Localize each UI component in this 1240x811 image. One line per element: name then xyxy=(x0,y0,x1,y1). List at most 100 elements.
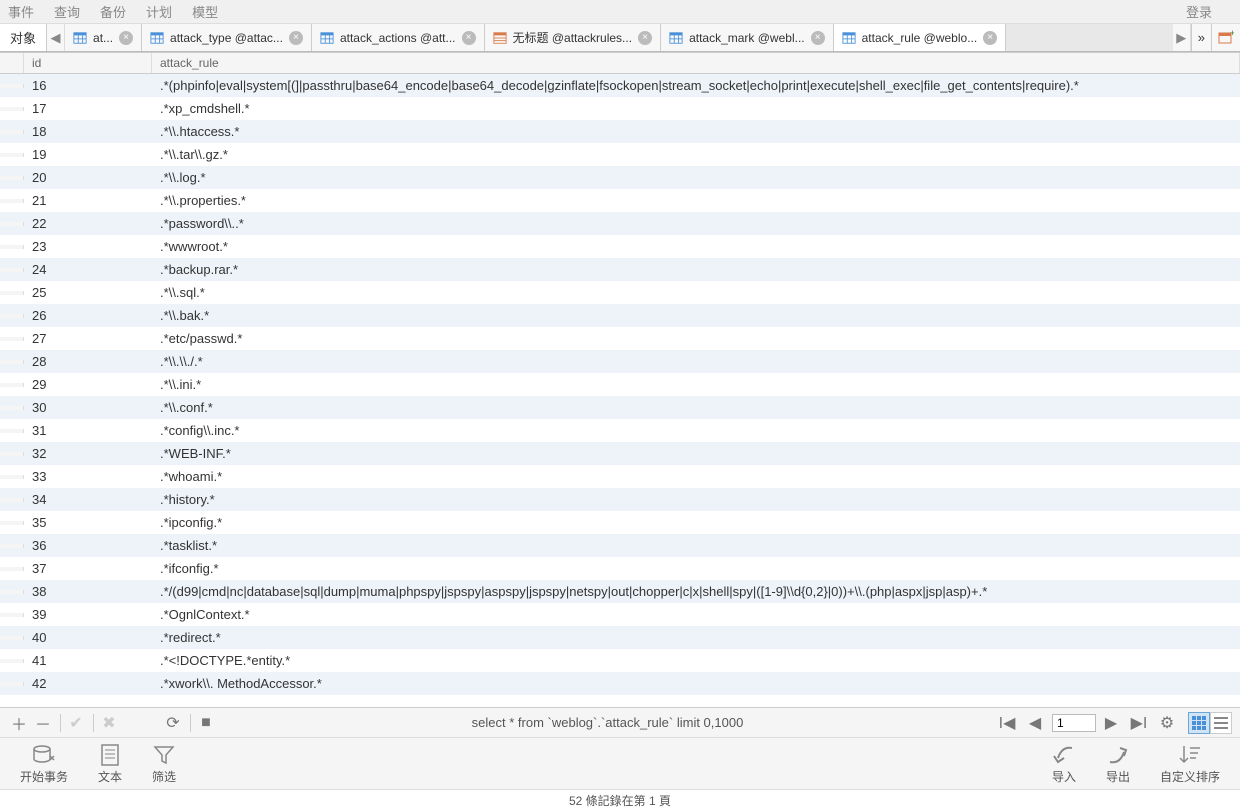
cell-rule[interactable]: .*WEB-INF.* xyxy=(152,444,1240,463)
cell-id[interactable]: 17 xyxy=(24,99,152,118)
table-row[interactable]: 40.*redirect.* xyxy=(0,626,1240,649)
cell-rule[interactable]: .*history.* xyxy=(152,490,1240,509)
cell-id[interactable]: 16 xyxy=(24,76,152,95)
table-row[interactable]: 25.*\\.sql.* xyxy=(0,281,1240,304)
cancel-button[interactable]: ✖ xyxy=(98,712,120,734)
table-row[interactable]: 31.*config\\.inc.* xyxy=(0,419,1240,442)
cell-rule[interactable]: .*\\.conf.* xyxy=(152,398,1240,417)
cell-id[interactable]: 35 xyxy=(24,513,152,532)
menu-query[interactable]: 查询 xyxy=(54,2,80,21)
cell-rule[interactable]: .*wwwroot.* xyxy=(152,237,1240,256)
next-page-button[interactable]: ▶ xyxy=(1100,712,1122,734)
cell-rule[interactable]: .*whoami.* xyxy=(152,467,1240,486)
cell-id[interactable]: 27 xyxy=(24,329,152,348)
menu-login[interactable]: 登录 xyxy=(1186,2,1212,21)
cell-id[interactable]: 25 xyxy=(24,283,152,302)
cell-id[interactable]: 29 xyxy=(24,375,152,394)
cell-rule[interactable]: .*redirect.* xyxy=(152,628,1240,647)
table-row[interactable]: 33.*whoami.* xyxy=(0,465,1240,488)
table-row[interactable]: 22.*password\\..* xyxy=(0,212,1240,235)
stop-button[interactable]: ■ xyxy=(195,712,217,734)
cell-id[interactable]: 39 xyxy=(24,605,152,624)
cell-id[interactable]: 22 xyxy=(24,214,152,233)
cell-id[interactable]: 30 xyxy=(24,398,152,417)
close-icon[interactable]: × xyxy=(462,31,476,45)
cell-rule[interactable]: .*(phpinfo|eval|system[(]|passthru|base6… xyxy=(152,76,1240,95)
cell-rule[interactable]: .*OgnlContext.* xyxy=(152,605,1240,624)
cell-rule[interactable]: .*\\.tar\\.gz.* xyxy=(152,145,1240,164)
tab-new[interactable]: + xyxy=(1211,24,1240,51)
tab-2[interactable]: attack_actions @att...× xyxy=(312,24,485,51)
tab-5[interactable]: attack_rule @weblo...× xyxy=(834,24,1007,51)
table-row[interactable]: 27.*etc/passwd.* xyxy=(0,327,1240,350)
tab-objects[interactable]: 对象 xyxy=(0,24,47,51)
table-row[interactable]: 21.*\\.properties.* xyxy=(0,189,1240,212)
custom-sort-button[interactable]: 自定义排序 xyxy=(1160,742,1220,785)
cell-rule[interactable]: .*\\.htaccess.* xyxy=(152,122,1240,141)
filter-button[interactable]: 筛选 xyxy=(152,742,176,785)
table-row[interactable]: 19.*\\.tar\\.gz.* xyxy=(0,143,1240,166)
table-row[interactable]: 24.*backup.rar.* xyxy=(0,258,1240,281)
tab-0[interactable]: at...× xyxy=(65,24,142,51)
table-row[interactable]: 16.*(phpinfo|eval|system[(]|passthru|bas… xyxy=(0,74,1240,97)
cell-rule[interactable]: .*ipconfig.* xyxy=(152,513,1240,532)
add-record-button[interactable]: ＋ xyxy=(8,712,30,734)
cell-id[interactable]: 33 xyxy=(24,467,152,486)
cell-rule[interactable]: .*tasklist.* xyxy=(152,536,1240,555)
tab-scroll-right[interactable]: ▶ xyxy=(1173,24,1191,51)
table-row[interactable]: 38.*/(d99|cmd|nc|database|sql|dump|muma|… xyxy=(0,580,1240,603)
cell-id[interactable]: 23 xyxy=(24,237,152,256)
cell-id[interactable]: 32 xyxy=(24,444,152,463)
table-row[interactable]: 32.*WEB-INF.* xyxy=(0,442,1240,465)
table-row[interactable]: 26.*\\.bak.* xyxy=(0,304,1240,327)
cell-rule[interactable]: .*backup.rar.* xyxy=(152,260,1240,279)
cell-id[interactable]: 34 xyxy=(24,490,152,509)
page-input[interactable] xyxy=(1052,714,1096,732)
table-row[interactable]: 30.*\\.conf.* xyxy=(0,396,1240,419)
close-icon[interactable]: × xyxy=(289,31,303,45)
last-page-button[interactable]: ▶I xyxy=(1128,712,1150,734)
delete-record-button[interactable]: － xyxy=(32,712,54,734)
cell-id[interactable]: 26 xyxy=(24,306,152,325)
table-row[interactable]: 29.*\\.ini.* xyxy=(0,373,1240,396)
cell-rule[interactable]: .*\\.bak.* xyxy=(152,306,1240,325)
table-row[interactable]: 28.*\\.\\./.* xyxy=(0,350,1240,373)
menu-backup[interactable]: 备份 xyxy=(100,2,126,21)
prev-page-button[interactable]: ◀ xyxy=(1024,712,1046,734)
table-row[interactable]: 42.*xwork\\. MethodAccessor.* xyxy=(0,672,1240,695)
table-row[interactable]: 20.*\\.log.* xyxy=(0,166,1240,189)
text-button[interactable]: 文本 xyxy=(98,742,122,785)
cell-rule[interactable]: .*\\.log.* xyxy=(152,168,1240,187)
begin-transaction-button[interactable]: 开始事务 xyxy=(20,742,68,785)
cell-rule[interactable]: .*\\.ini.* xyxy=(152,375,1240,394)
tab-1[interactable]: attack_type @attac...× xyxy=(142,24,312,51)
import-button[interactable]: 导入 xyxy=(1052,742,1076,785)
grid-view-button[interactable] xyxy=(1188,712,1210,734)
cell-rule[interactable]: .*xp_cmdshell.* xyxy=(152,99,1240,118)
cell-id[interactable]: 21 xyxy=(24,191,152,210)
cell-rule[interactable]: .*xwork\\. MethodAccessor.* xyxy=(152,674,1240,693)
menu-schedule[interactable]: 计划 xyxy=(146,2,172,21)
table-row[interactable]: 17.*xp_cmdshell.* xyxy=(0,97,1240,120)
cell-rule[interactable]: .*ifconfig.* xyxy=(152,559,1240,578)
cell-id[interactable]: 42 xyxy=(24,674,152,693)
cell-id[interactable]: 20 xyxy=(24,168,152,187)
cell-rule[interactable]: .*\\.properties.* xyxy=(152,191,1240,210)
cell-id[interactable]: 19 xyxy=(24,145,152,164)
close-icon[interactable]: × xyxy=(811,31,825,45)
data-grid[interactable]: id attack_rule 16.*(phpinfo|eval|system[… xyxy=(0,52,1240,707)
table-row[interactable]: 34.*history.* xyxy=(0,488,1240,511)
menu-events[interactable]: 事件 xyxy=(8,2,34,21)
column-header-rule[interactable]: attack_rule xyxy=(152,53,1240,73)
cell-rule[interactable]: .*\\.sql.* xyxy=(152,283,1240,302)
tab-4[interactable]: attack_mark @webl...× xyxy=(661,24,834,51)
table-row[interactable]: 35.*ipconfig.* xyxy=(0,511,1240,534)
cell-rule[interactable]: .*<!DOCTYPE.*entity.* xyxy=(152,651,1240,670)
export-button[interactable]: 导出 xyxy=(1106,742,1130,785)
cell-id[interactable]: 41 xyxy=(24,651,152,670)
table-row[interactable]: 36.*tasklist.* xyxy=(0,534,1240,557)
close-icon[interactable]: × xyxy=(638,31,652,45)
cell-rule[interactable]: .*config\\.inc.* xyxy=(152,421,1240,440)
table-row[interactable]: 37.*ifconfig.* xyxy=(0,557,1240,580)
form-view-button[interactable] xyxy=(1210,712,1232,734)
